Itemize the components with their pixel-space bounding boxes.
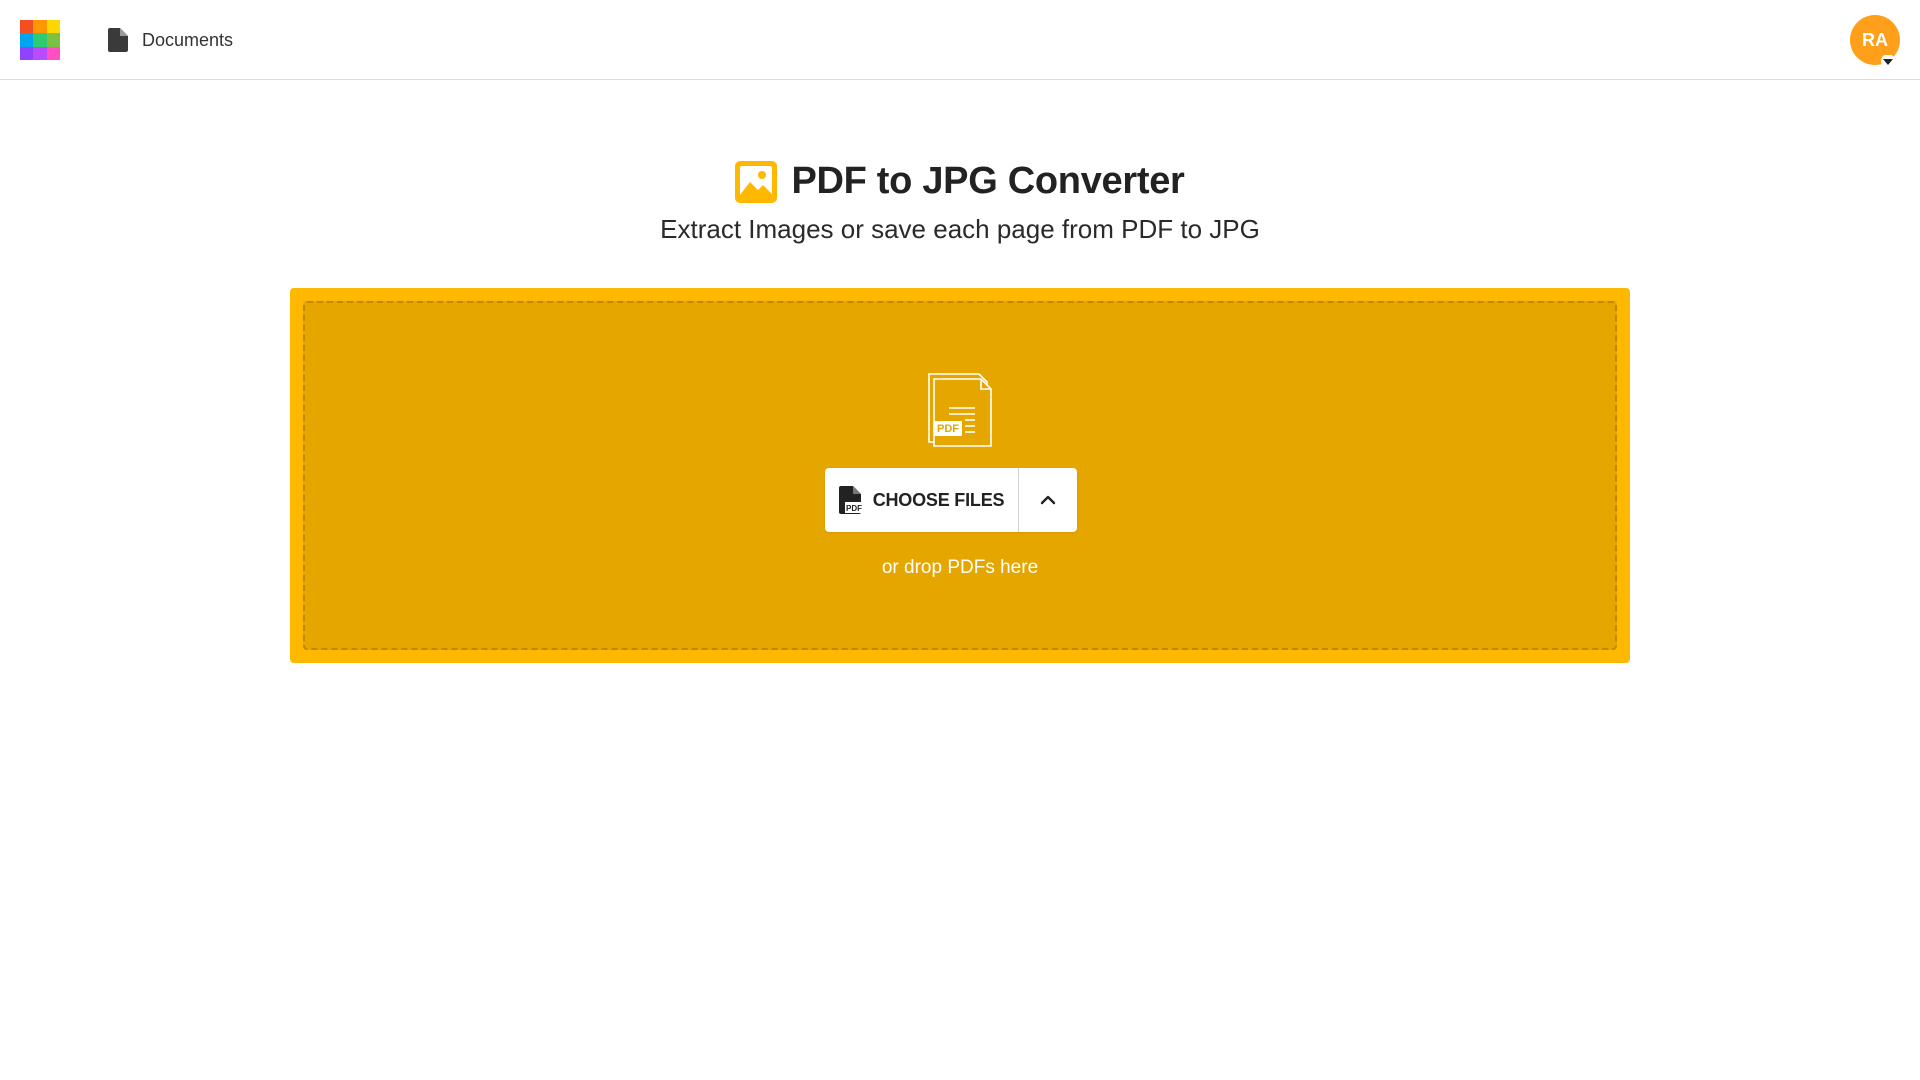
logo-tile [33, 20, 47, 34]
avatar-initials: RA [1862, 29, 1888, 50]
logo-tile [20, 46, 34, 60]
choose-files-button[interactable]: PDF CHOOSE FILES [825, 468, 1019, 532]
logo-tile [46, 33, 60, 47]
logo-tile [20, 33, 34, 47]
logo-tile [20, 20, 34, 34]
pdf-file-icon-text: PDF [846, 504, 862, 513]
logo-tile [33, 46, 47, 60]
document-icon [108, 28, 128, 52]
chevron-up-icon [1040, 495, 1056, 505]
top-bar: Documents RA [0, 0, 1920, 80]
choose-files-label: CHOOSE FILES [872, 489, 1005, 510]
caret-down-icon[interactable] [1880, 55, 1896, 67]
page-subtitle: Extract Images or save each page from PD… [660, 214, 1260, 244]
page-title: PDF to JPG Converter [791, 160, 1185, 202]
choose-files-group: PDF CHOOSE FILES [825, 468, 1077, 532]
pdf-file-icon: PDF [838, 486, 863, 514]
nav-documents[interactable]: Documents [108, 26, 233, 54]
app-logo[interactable] [20, 20, 60, 60]
page-heading: PDF to JPG Converter [0, 160, 1920, 203]
logo-tile [46, 46, 60, 60]
dropzone-area[interactable]: PDF PDF CHOOSE FILES or drop PDFs here [303, 301, 1617, 650]
nav-documents-label: Documents [142, 29, 234, 50]
dropzone[interactable]: PDF PDF CHOOSE FILES or drop PDFs here [290, 288, 1630, 663]
pdf-files-icon-text: PDF [937, 423, 959, 435]
more-upload-options-button[interactable] [1019, 468, 1077, 532]
logo-tile [46, 20, 60, 34]
logo-tile [33, 33, 47, 47]
image-icon [735, 160, 778, 203]
pdf-files-icon: PDF [928, 373, 992, 447]
drop-hint: or drop PDFs here [881, 557, 1039, 578]
